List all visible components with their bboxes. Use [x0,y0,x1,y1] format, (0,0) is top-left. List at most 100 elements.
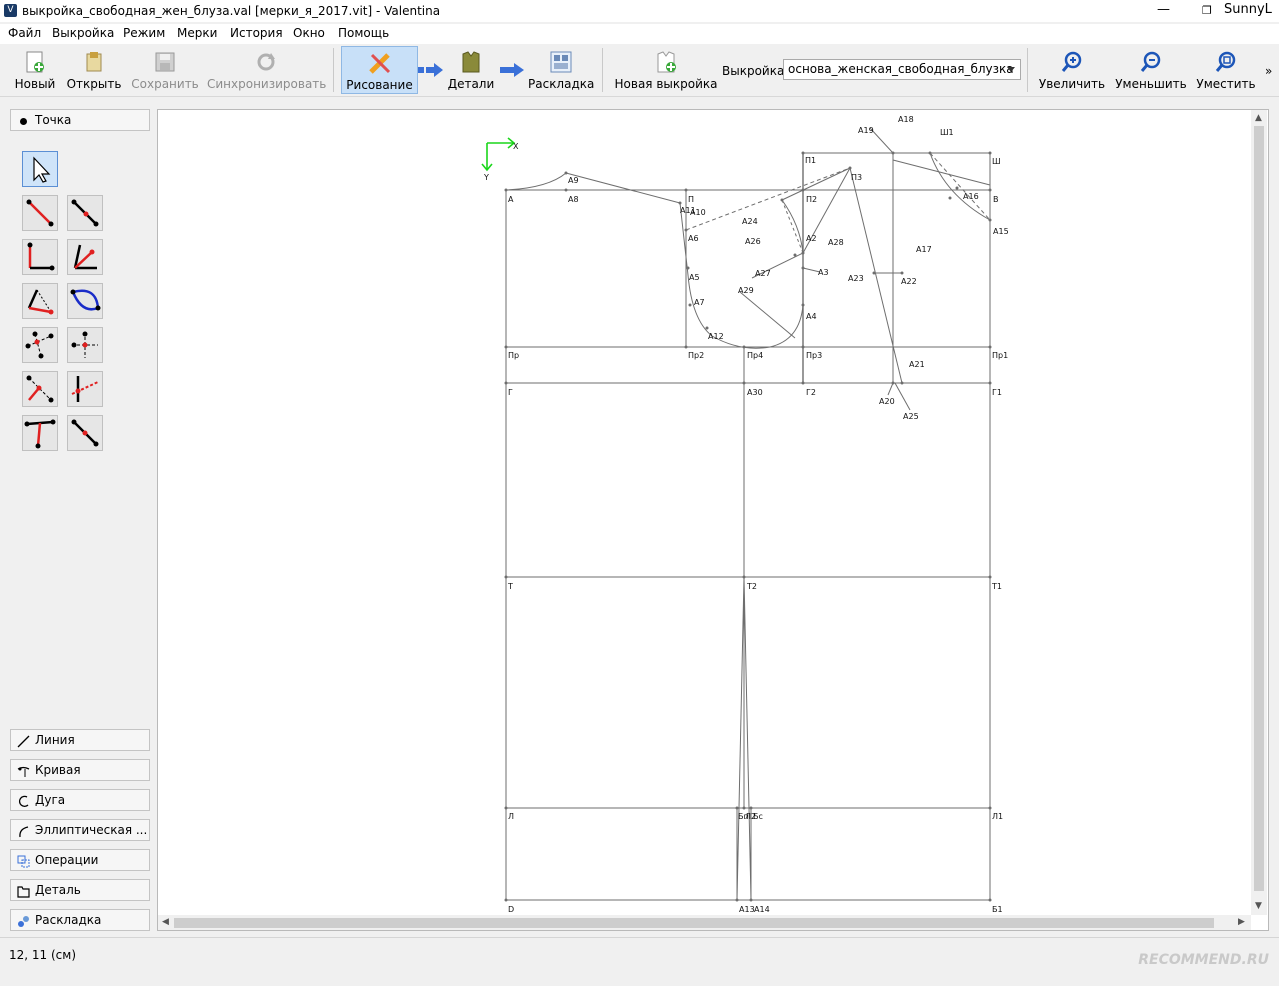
menu-file[interactable]: Файл [8,26,41,40]
point-label[interactable]: А2 [806,234,817,243]
point-label[interactable]: Л [508,812,514,821]
sync-button[interactable]: Синхронизировать [207,46,326,94]
point-label[interactable]: Пр3 [806,351,822,360]
toolbar-overflow-button[interactable]: » [1265,64,1272,78]
point-label[interactable]: В [993,195,999,204]
save-button[interactable]: Сохранить [131,46,199,94]
horizontal-scrollbar[interactable]: ◀ ▶ [158,915,1251,930]
scroll-right-icon[interactable]: ▶ [1238,917,1245,927]
pattern-select[interactable]: основа_женская_свободная_блузка [783,59,1021,80]
point-label[interactable]: А15 [993,227,1009,236]
point-label[interactable]: Пр2 [688,351,704,360]
group-curve[interactable]: Кривая [10,759,150,781]
new-button[interactable]: Новый [10,46,60,94]
group-operations[interactable]: Операции [10,849,150,871]
point-label[interactable]: А21 [909,360,925,369]
menu-help[interactable]: Помощь [338,26,389,40]
point-label[interactable]: Т1 [991,582,1002,591]
open-button[interactable]: Открыть [66,46,122,94]
fit-window-button[interactable]: Уместить [1195,46,1257,94]
point-label[interactable]: А7 [694,298,705,307]
point-label[interactable]: П3 [851,173,862,182]
point-label[interactable]: П2 [806,195,817,204]
point-label[interactable]: А25 [903,412,919,421]
menu-history[interactable]: История [230,26,283,40]
horizontal-scroll-thumb[interactable] [174,918,1214,928]
bisector-tool[interactable] [67,239,103,275]
menu-mode[interactable]: Режим [123,26,165,40]
intersect-xy-tool[interactable] [67,327,103,363]
menu-window[interactable]: Окно [293,26,325,40]
new-pattern-button[interactable]: Новая выкройка [614,46,718,94]
point-label[interactable]: А10 [690,208,706,217]
point-label[interactable]: А5 [689,273,700,282]
line-intersect-axis-tool[interactable] [67,371,103,407]
point-label[interactable]: Пр1 [992,351,1008,360]
point-label[interactable]: Л1 [992,812,1003,821]
point-label[interactable]: А19 [858,126,874,135]
point-label[interactable]: Т [507,582,513,591]
group-elliptical[interactable]: Эллиптическая ... [10,819,150,841]
point-label[interactable]: А18 [898,115,914,124]
point-label[interactable]: А17 [916,245,932,254]
point-label[interactable]: А16 [963,192,979,201]
point-label[interactable]: А28 [828,238,844,247]
drawing-canvas[interactable]: А А8 А9 П А11 А10 А6 А5 А7 А12 П1 П2 П3 А24 А26 А2 А28 А2… [157,109,1269,931]
group-point[interactable]: Точка [10,109,150,131]
point-label[interactable]: А6 [688,234,699,243]
point-label[interactable]: П1 [805,156,816,165]
point-label[interactable]: Г1 [992,388,1002,397]
point-label[interactable]: Пр [508,351,519,360]
point-label[interactable]: А26 [745,237,761,246]
group-arc[interactable]: Дуга [10,789,150,811]
group-detail[interactable]: Деталь [10,879,150,901]
shoulder-point-tool[interactable] [22,283,58,319]
point-label[interactable]: Т2 [746,582,757,591]
point-label[interactable]: Ш [992,157,1001,166]
pointer-tool[interactable] [22,151,58,187]
group-line[interactable]: Линия [10,729,150,751]
point-label[interactable]: А27 [755,269,771,278]
vertical-scrollbar[interactable]: ▲ ▼ [1251,110,1267,915]
point-label[interactable]: А8 [568,195,579,204]
point-label[interactable]: А20 [879,397,895,406]
point-of-contact-tool[interactable] [67,415,103,451]
point-label[interactable]: А24 [742,217,758,226]
point-label[interactable]: А [508,195,514,204]
point-label[interactable]: П [688,195,694,204]
point-label[interactable]: А3 [818,268,829,277]
point-label[interactable]: А30 [747,388,763,397]
point-label[interactable]: Ш1 [940,128,954,137]
curve-tool[interactable] [67,283,103,319]
point-label[interactable]: D [508,905,514,914]
point-label[interactable]: А13 [739,905,755,914]
menu-measurements[interactable]: Мерки [177,26,217,40]
point-label[interactable]: А4 [806,312,817,321]
triangle-height-tool[interactable] [22,415,58,451]
point-label[interactable]: А9 [568,176,579,185]
group-layout[interactable]: Раскладка [10,909,150,931]
along-line-tool[interactable] [67,195,103,231]
restore-icon[interactable]: ❐ [1202,4,1212,17]
details-mode-button[interactable]: Детали [446,46,496,94]
triangle-tool[interactable] [22,327,58,363]
scroll-up-icon[interactable]: ▲ [1255,113,1262,123]
vertical-scroll-thumb[interactable] [1254,126,1264,891]
line-point-tool[interactable] [22,195,58,231]
normal-tool[interactable] [22,239,58,275]
point-label[interactable]: Г [508,388,513,397]
height-tool[interactable] [22,371,58,407]
point-label[interactable]: Пр4 [747,351,763,360]
scroll-left-icon[interactable]: ◀ [162,917,169,927]
point-label[interactable]: Бс [753,812,763,821]
minimize-icon[interactable]: — [1157,2,1170,17]
layout-mode-button[interactable]: Раскладка [528,46,594,94]
zoom-in-button[interactable]: Увеличить [1037,46,1107,94]
point-label[interactable]: А14 [754,905,770,914]
point-label[interactable]: Г2 [806,388,816,397]
zoom-out-button[interactable]: Уменьшить [1115,46,1187,94]
point-label[interactable]: А23 [848,274,864,283]
point-label[interactable]: Б1 [992,905,1003,914]
point-label[interactable]: А29 [738,286,754,295]
point-label[interactable]: А22 [901,277,917,286]
